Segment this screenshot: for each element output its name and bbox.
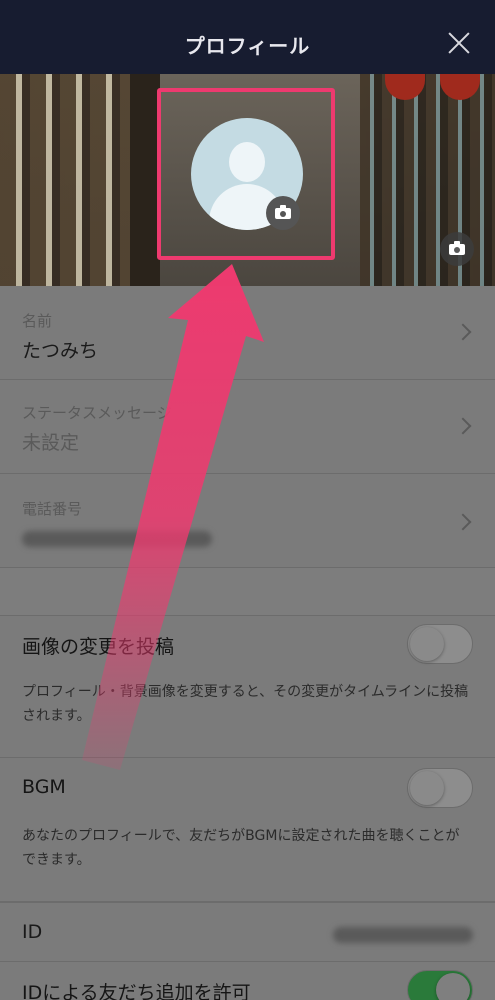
post-image-change-row: 画像の変更を投稿	[0, 616, 495, 672]
post-image-change-label: 画像の変更を投稿	[22, 636, 175, 658]
chevron-right-icon	[454, 323, 472, 341]
allow-add-by-id-label: IDによる友だち追加を許可	[22, 982, 251, 1000]
post-image-change-toggle[interactable]	[407, 624, 473, 664]
camera-icon	[449, 241, 465, 255]
name-row[interactable]: 名前 たつみち	[0, 286, 495, 380]
status-message-row[interactable]: ステータスメッセージ 未設定	[0, 380, 495, 474]
name-label: 名前	[22, 312, 53, 330]
bgm-description: あなたのプロフィールで、友だちがBGMに設定された曲を聴くことができます。	[0, 816, 495, 902]
id-value-hidden	[333, 927, 473, 943]
page-title: プロフィール	[184, 34, 311, 58]
phone-number-row[interactable]: 電話番号	[0, 474, 495, 568]
post-image-change-description: プロフィール・背景画像を変更すると、その変更がタイムラインに投稿されます。	[0, 672, 495, 758]
bgm-label: BGM	[22, 776, 66, 798]
id-label: ID	[22, 921, 43, 943]
section-divider	[0, 568, 495, 616]
bgm-toggle[interactable]	[407, 768, 473, 808]
id-row[interactable]: ID	[0, 902, 495, 962]
cover-shop-shelf	[360, 74, 495, 286]
status-message-label: ステータスメッセージ	[22, 404, 172, 422]
phone-number-label: 電話番号	[22, 500, 83, 518]
allow-add-by-id-row: IDによる友だち追加を許可	[0, 962, 495, 1000]
chevron-right-icon	[454, 513, 472, 531]
bgm-row: BGM	[0, 760, 495, 816]
camera-icon	[275, 205, 291, 219]
avatar-camera-button[interactable]	[266, 196, 300, 230]
close-icon[interactable]	[447, 31, 471, 55]
cover-shop-signs	[0, 74, 130, 286]
chevron-right-icon	[454, 417, 472, 435]
status-message-value: 未設定	[22, 432, 80, 454]
name-value: たつみち	[22, 340, 99, 362]
top-bar: プロフィール	[0, 0, 495, 74]
avatar-placeholder-head	[229, 142, 265, 182]
allow-add-by-id-toggle[interactable]	[407, 970, 473, 1000]
cover-camera-button[interactable]	[440, 232, 474, 266]
cover-pillar	[130, 74, 160, 286]
phone-number-value-hidden	[22, 530, 212, 552]
